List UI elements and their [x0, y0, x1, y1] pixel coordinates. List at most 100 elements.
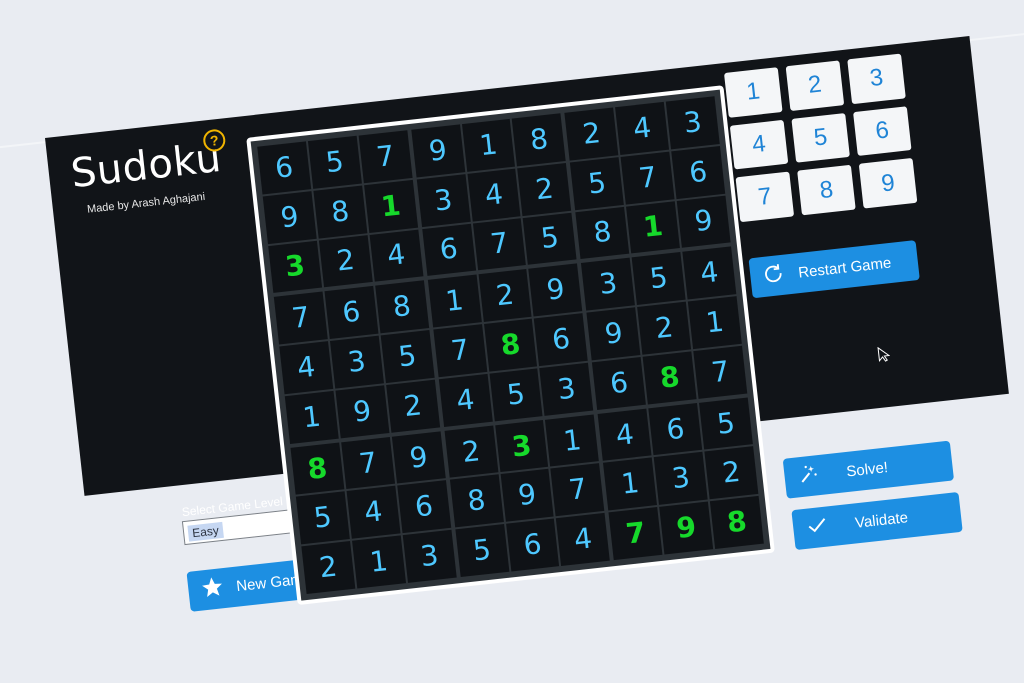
validate-label: Validate: [854, 509, 909, 532]
board-cell[interactable]: 5: [489, 368, 543, 422]
board-cell[interactable]: 4: [556, 513, 611, 566]
board-cell[interactable]: 1: [461, 118, 516, 172]
board-cell[interactable]: 7: [693, 345, 748, 399]
board-cell[interactable]: 9: [659, 501, 714, 555]
board-cell[interactable]: 3: [581, 257, 636, 311]
board-cell[interactable]: 9: [586, 307, 641, 361]
board-cell[interactable]: 4: [369, 229, 424, 283]
board-cell[interactable]: 3: [329, 335, 384, 389]
board-cell[interactable]: 8: [449, 474, 504, 528]
board-cell[interactable]: 6: [671, 145, 726, 199]
board-cell[interactable]: 9: [500, 469, 555, 523]
board-box: 354921687: [581, 246, 748, 410]
board-cell[interactable]: 1: [363, 179, 418, 233]
board-cell[interactable]: 1: [626, 200, 681, 254]
board-cell[interactable]: 8: [642, 351, 697, 405]
keypad-key[interactable]: 2: [785, 60, 845, 111]
board-cell[interactable]: 5: [380, 330, 435, 383]
board-cell[interactable]: 5: [699, 397, 753, 450]
board-cell[interactable]: 4: [346, 486, 401, 539]
board-cell[interactable]: 4: [279, 341, 334, 395]
board-cell[interactable]: 8: [483, 318, 538, 372]
keypad-key[interactable]: 4: [729, 119, 789, 170]
board-cell[interactable]: 3: [653, 452, 708, 506]
board-cell[interactable]: 7: [273, 291, 328, 345]
keypad-key[interactable]: 1: [723, 67, 783, 118]
board-cell[interactable]: 5: [455, 524, 509, 578]
board-cell[interactable]: 3: [268, 240, 322, 294]
keypad-key[interactable]: 8: [797, 165, 856, 216]
board-cell[interactable]: 4: [438, 373, 493, 427]
board-cell[interactable]: 7: [433, 324, 487, 378]
board-cell[interactable]: 9: [335, 385, 390, 439]
board-cell[interactable]: 9: [676, 195, 731, 249]
board-cell[interactable]: 9: [391, 431, 446, 484]
board-cell[interactable]: 6: [648, 402, 703, 456]
board-cell[interactable]: 7: [608, 507, 663, 561]
board-box: 879546213: [290, 431, 457, 595]
board-cell[interactable]: 1: [427, 274, 482, 328]
board-cell[interactable]: 5: [570, 156, 625, 210]
board-cell[interactable]: 6: [324, 286, 379, 340]
board-cell[interactable]: 5: [307, 135, 362, 189]
board-cell[interactable]: 1: [603, 457, 658, 511]
board-cell[interactable]: 8: [575, 206, 630, 260]
board-cell[interactable]: 4: [615, 101, 670, 155]
board-cell[interactable]: 2: [301, 541, 356, 595]
board-cell[interactable]: 9: [410, 124, 465, 178]
board-cell[interactable]: 2: [637, 301, 692, 355]
board-cell[interactable]: 2: [517, 162, 572, 216]
board-cell[interactable]: 8: [313, 185, 368, 239]
board-cell[interactable]: 5: [631, 252, 686, 306]
keypad-key[interactable]: 9: [858, 158, 918, 209]
board-cell[interactable]: 1: [284, 390, 339, 444]
board-cell[interactable]: 4: [467, 168, 521, 222]
board-cell[interactable]: 1: [687, 296, 742, 350]
board-cell[interactable]: 4: [597, 408, 652, 462]
board-cell[interactable]: 6: [421, 223, 476, 277]
board-cell[interactable]: 8: [290, 442, 345, 496]
board-cell[interactable]: 9: [528, 263, 583, 317]
board-cell[interactable]: 7: [472, 217, 527, 271]
board-cell[interactable]: 9: [262, 190, 317, 244]
solve-label: Solve!: [845, 459, 889, 481]
board-cell[interactable]: 6: [257, 141, 312, 195]
keypad-key[interactable]: 3: [847, 53, 906, 104]
board-cell[interactable]: 6: [592, 356, 647, 410]
board-cell[interactable]: 2: [704, 446, 759, 500]
board-cell[interactable]: 8: [512, 113, 566, 167]
refresh-icon: [761, 262, 786, 290]
board-cell[interactable]: 7: [550, 463, 605, 517]
app-title: Sudoku: [68, 134, 224, 198]
board-box: 768435192: [273, 280, 440, 444]
board-cell[interactable]: 8: [710, 496, 764, 549]
board-cell[interactable]: 3: [494, 419, 549, 473]
board-cell[interactable]: 2: [478, 269, 532, 323]
board-cell[interactable]: 3: [539, 362, 594, 416]
board-cell[interactable]: 3: [665, 96, 720, 150]
board-cell[interactable]: 2: [385, 379, 440, 433]
board-cell[interactable]: 7: [341, 436, 395, 490]
board-cell[interactable]: 5: [295, 491, 350, 545]
board-cell[interactable]: 6: [505, 518, 560, 572]
board-cell[interactable]: 6: [397, 480, 451, 534]
board-cell[interactable]: 6: [534, 313, 589, 366]
board-cell[interactable]: 7: [358, 130, 413, 184]
board-cell[interactable]: 4: [682, 246, 737, 300]
board-cell[interactable]: 8: [375, 280, 429, 334]
board-cell[interactable]: 1: [545, 414, 600, 467]
board-cell[interactable]: 2: [444, 425, 499, 479]
board-cell[interactable]: 2: [564, 107, 619, 161]
restart-game-button[interactable]: Restart Game: [748, 240, 920, 299]
board-cell[interactable]: 2: [318, 234, 373, 288]
keypad-key[interactable]: 5: [791, 112, 850, 164]
board-cell[interactable]: 7: [620, 151, 675, 205]
keypad-key[interactable]: 7: [735, 171, 795, 223]
board-cell[interactable]: 1: [351, 535, 406, 589]
board-cell[interactable]: 3: [416, 173, 471, 227]
keypad-key[interactable]: 6: [853, 105, 912, 157]
board-cell[interactable]: 3: [402, 530, 457, 583]
solve-button[interactable]: Solve!: [782, 440, 955, 499]
validate-button[interactable]: Validate: [791, 491, 963, 551]
board-cell[interactable]: 5: [523, 212, 577, 266]
